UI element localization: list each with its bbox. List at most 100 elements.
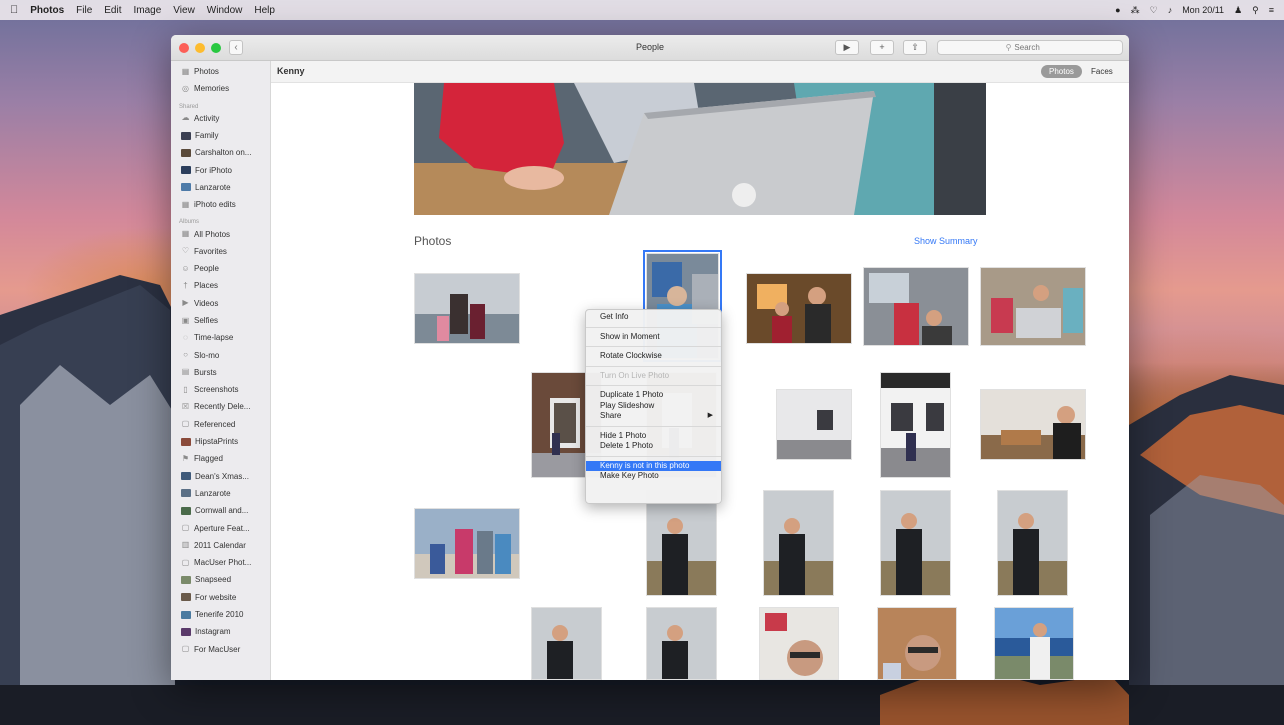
share-button[interactable]: ⇧	[903, 40, 927, 55]
submenu-arrow-icon: ▶	[707, 412, 713, 419]
search-icon: ⚲	[1005, 43, 1012, 52]
photo-thumbnail[interactable]	[414, 508, 520, 579]
context-menu-item[interactable]: Hide 1 Photo	[586, 431, 721, 442]
sidebar-item[interactable]: ○ Slo-mo	[171, 346, 270, 363]
sidebar-item[interactable]: Lanzarote	[171, 179, 270, 196]
menu-image[interactable]: Image	[134, 5, 162, 16]
sidebar-item[interactable]: ▥ 2011 Calendar	[171, 537, 270, 554]
slideshow-button[interactable]: ▶	[835, 40, 859, 55]
spotlight-icon[interactable]: ⚲	[1252, 5, 1259, 16]
sidebar-item[interactable]: ◌ Time-lapse	[171, 329, 270, 346]
context-menu-item[interactable]: Make Key Photo	[586, 471, 721, 482]
context-menu-item[interactable]: Duplicate 1 Photo	[586, 390, 721, 401]
photo-thumbnail[interactable]	[877, 607, 957, 680]
context-menu-item[interactable]: Play Slideshow	[586, 401, 721, 412]
photo-thumbnail[interactable]	[994, 607, 1074, 680]
sidebar-item[interactable]: ▦ All Photos	[171, 225, 270, 242]
sidebar-item[interactable]: ▯ Screenshots	[171, 381, 270, 398]
sidebar-item[interactable]: ☁ Activity	[171, 110, 270, 127]
key-photo[interactable]	[414, 83, 986, 215]
photo-thumbnail[interactable]	[746, 273, 852, 344]
bluetooth-icon[interactable]: ⁂	[1131, 5, 1140, 16]
sidebar-item[interactable]: ▢ MacUser Phot...	[171, 554, 270, 571]
sidebar-item[interactable]: ▣ Selfies	[171, 312, 270, 329]
add-button[interactable]: +	[870, 40, 894, 55]
menu-window[interactable]: Window	[207, 5, 243, 16]
album-thumbnail-icon	[181, 610, 191, 619]
context-menu-item: Turn On Live Photo	[586, 371, 721, 382]
photo-thumbnail[interactable]	[646, 607, 717, 680]
photos-segment-button[interactable]: Photos	[1041, 65, 1082, 78]
photo-thumbnail[interactable]	[980, 389, 1086, 460]
photo-thumbnail[interactable]	[414, 273, 520, 344]
sidebar-item[interactable]: ◎ Memories	[171, 80, 270, 97]
sidebar-item[interactable]: ▤ Bursts	[171, 364, 270, 381]
photo-thumbnail[interactable]	[531, 607, 602, 680]
dropbox-icon[interactable]: ●	[1115, 5, 1120, 15]
photo-thumbnail[interactable]	[763, 490, 834, 596]
slomo-icon: ○	[183, 350, 188, 360]
sidebar-item[interactable]: Family	[171, 127, 270, 144]
wifi-icon[interactable]: ♡	[1150, 5, 1158, 16]
faces-segment-button[interactable]: Faces	[1091, 67, 1113, 76]
context-menu-item-label: Kenny is not in this photo	[600, 460, 690, 470]
grid-icon: ▦	[181, 229, 190, 239]
sidebar-item[interactable]: Lanzarote	[171, 485, 270, 502]
photo-thumbnail[interactable]	[880, 490, 951, 596]
menu-photos[interactable]: Photos	[30, 5, 64, 16]
user-icon[interactable]: ♟	[1234, 5, 1242, 16]
menu-edit[interactable]: Edit	[104, 5, 121, 16]
sidebar-item[interactable]: ▢ Aperture Feat...	[171, 519, 270, 536]
photo-thumbnail[interactable]	[880, 372, 951, 478]
photo-thumbnail[interactable]	[980, 267, 1086, 346]
sidebar-item[interactable]: † Places	[171, 277, 270, 294]
sidebar-item[interactable]: For website	[171, 589, 270, 606]
sidebar-item-label: Favorites	[194, 246, 227, 256]
sidebar-item-label: For iPhoto	[195, 165, 232, 175]
sidebar-item[interactable]: ▦ iPhoto edits	[171, 196, 270, 213]
person-icon: ☺	[181, 263, 190, 273]
context-menu-item[interactable]: Delete 1 Photo	[586, 441, 721, 452]
sidebar-item[interactable]: Dean's Xmas...	[171, 468, 270, 485]
photo-thumbnail[interactable]	[863, 267, 969, 346]
context-menu-item[interactable]: Show in Moment	[586, 332, 721, 343]
sidebar-item[interactable]: Tenerife 2010	[171, 606, 270, 623]
sidebar-item[interactable]: ♡ Favorites	[171, 243, 270, 260]
photos-section-title: Photos	[414, 234, 452, 248]
search-field[interactable]: ⚲	[937, 40, 1123, 55]
context-menu-item[interactable]: Share ▶	[586, 411, 721, 422]
menu-view[interactable]: View	[173, 5, 195, 16]
sidebar-item-label: For website	[195, 592, 237, 602]
photo-thumbnail[interactable]	[759, 607, 839, 680]
sidebar-item[interactable]: Instagram	[171, 623, 270, 640]
sidebar-item[interactable]: ▦ Photos	[171, 63, 270, 80]
show-summary-link[interactable]: Show Summary	[914, 236, 978, 246]
context-menu-item[interactable]: Get Info	[586, 312, 721, 323]
apple-menu-icon[interactable]: 	[10, 4, 18, 16]
notification-center-icon[interactable]: ≡	[1269, 5, 1274, 15]
menu-help[interactable]: Help	[254, 5, 275, 16]
sidebar-item[interactable]: Carshalton on...	[171, 144, 270, 161]
sidebar-item[interactable]: Snapseed	[171, 571, 270, 588]
context-menu-item[interactable]: Rotate Clockwise	[586, 351, 721, 362]
album-thumbnail-icon	[181, 437, 191, 446]
sidebar-item[interactable]: Cornwall and...	[171, 502, 270, 519]
menu-file[interactable]: File	[76, 5, 92, 16]
photo-thumbnail[interactable]	[776, 389, 852, 460]
clock[interactable]: Mon 20/11	[1182, 5, 1224, 15]
sidebar-item[interactable]: HipstaPrints	[171, 433, 270, 450]
sidebar-item[interactable]: ▢ For MacUser	[171, 641, 270, 658]
sidebar-item-label: Places	[194, 281, 219, 291]
sidebar-item[interactable]: ▢ Referenced	[171, 416, 270, 433]
search-input[interactable]	[1014, 43, 1055, 52]
sidebar-item[interactable]: ▶ Videos	[171, 295, 270, 312]
photo-thumbnail[interactable]	[646, 490, 717, 596]
volume-icon[interactable]: ♪	[1168, 5, 1173, 15]
context-menu-item[interactable]: Kenny is not in this photo	[586, 460, 721, 471]
sidebar-item[interactable]: ☒ Recently Dele...	[171, 398, 270, 415]
sidebar-item[interactable]: ⚑ Flagged	[171, 450, 270, 467]
sidebar-item[interactable]: For iPhoto	[171, 161, 270, 178]
photo-thumbnail[interactable]	[997, 490, 1068, 596]
album-thumbnail-icon	[181, 148, 191, 157]
sidebar-item[interactable]: ☺ People	[171, 260, 270, 277]
